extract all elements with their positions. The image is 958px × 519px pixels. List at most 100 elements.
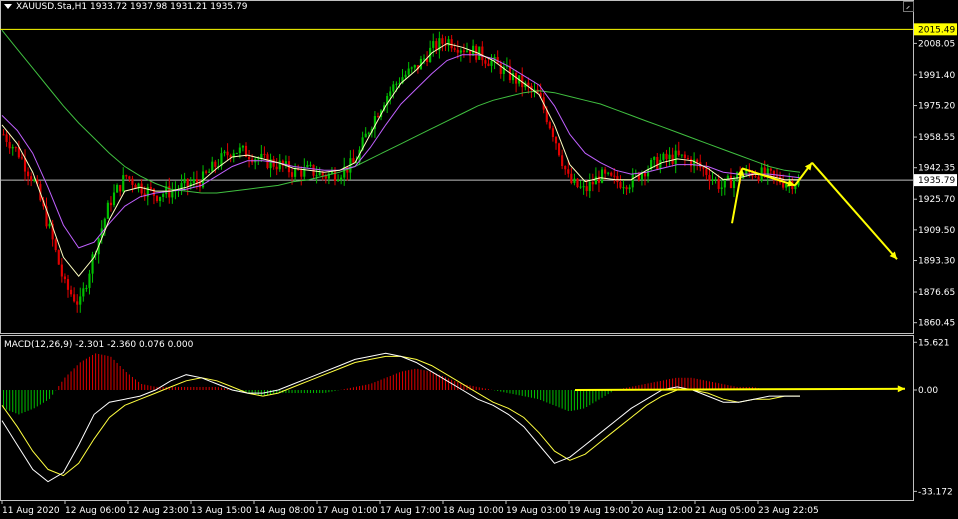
candle-body (214, 161, 217, 167)
candle-body (82, 288, 85, 297)
candle-body (395, 83, 398, 85)
candle-body (112, 192, 116, 206)
macd-signal-line (1, 355, 800, 477)
candle-body (622, 187, 625, 189)
time-tick-label: 13 Aug 15:00 (191, 506, 252, 516)
candle-body (8, 141, 11, 149)
candle-body (576, 178, 579, 188)
candle-body (340, 177, 343, 181)
candle-body (696, 159, 699, 163)
candle-body (318, 172, 321, 176)
candle-body (257, 158, 260, 160)
price-tick-label: 1893.30 (918, 257, 955, 267)
candle-body (48, 223, 51, 227)
candle-body (564, 166, 567, 170)
scroll-end-icon[interactable] (903, 1, 914, 12)
candle-body (238, 147, 241, 153)
candle-body (665, 153, 668, 160)
candle-body (278, 160, 281, 170)
candle-body (303, 167, 306, 177)
candle-body (413, 65, 416, 68)
candle-body (11, 147, 14, 149)
candle-body (659, 159, 662, 170)
candle-body (607, 172, 610, 174)
candle-body (205, 171, 208, 173)
candle-body (717, 179, 720, 189)
candle-body (554, 137, 558, 144)
annotation-arrow-macd-head (897, 385, 905, 393)
macd-header: MACD(12,26,9) -2.301 -2.360 0.076 0.000 (4, 340, 194, 350)
candle-body (192, 179, 195, 184)
price-tick-label: 1958.55 (918, 133, 955, 143)
candle-body (653, 156, 656, 160)
candle-body (88, 273, 91, 288)
annotation-arrow-down (811, 162, 898, 260)
candle-body (195, 179, 198, 183)
candle-body (594, 176, 597, 185)
candle-body (708, 175, 711, 181)
candle-body (604, 169, 607, 174)
candle-body (410, 67, 413, 69)
price-tick-label: 2008.05 (918, 39, 955, 49)
time-tick-label: 17 Aug 01:00 (317, 506, 378, 516)
candle-body (453, 48, 456, 50)
candle-body (198, 182, 202, 188)
candle-body (149, 186, 152, 189)
candle-body (487, 63, 490, 66)
candle-body (619, 182, 622, 188)
candle-body (57, 250, 60, 265)
candle-body (171, 190, 174, 198)
candle-body (732, 178, 736, 189)
candle-body (14, 147, 17, 149)
candle-body (422, 58, 426, 60)
candle-body (300, 169, 303, 177)
candle-body (109, 202, 113, 206)
candle-body (769, 168, 772, 171)
candle-body (757, 176, 760, 181)
candle-body (85, 287, 88, 289)
candle-body (714, 179, 717, 181)
candle-body (54, 239, 57, 251)
candle-body (321, 172, 324, 176)
candle-body (247, 156, 251, 160)
candle-body (315, 175, 318, 177)
candle-body (441, 38, 444, 44)
candle-body (223, 151, 226, 154)
time-tick-label: 23 Aug 22:05 (758, 506, 819, 516)
candle-body (79, 296, 82, 305)
candle-body (290, 172, 294, 177)
candle-body (484, 60, 487, 64)
candle-body (637, 172, 640, 180)
dropdown-triangle-icon[interactable] (4, 4, 12, 9)
candle-body (490, 60, 493, 66)
candle-body (306, 164, 309, 168)
candle-body (683, 154, 686, 158)
candle-body (352, 158, 355, 163)
price-tick-label: 1909.50 (918, 226, 955, 236)
candle-body (668, 154, 671, 160)
candle-body (106, 202, 109, 219)
candle-body (656, 156, 659, 170)
candle-body (208, 171, 211, 173)
candle-body (69, 289, 73, 295)
symbol-line: XAUUSD.Sta,H1 1933.72 1937.98 1931.21 19… (16, 2, 248, 12)
candle-body (158, 196, 162, 202)
candle-body (404, 74, 407, 78)
candle-body (561, 155, 564, 167)
candle-body (226, 151, 229, 156)
candle-body (631, 173, 634, 188)
price-tick-label: 1925.70 (918, 195, 955, 205)
time-tick-label: 14 Aug 08:00 (254, 506, 315, 516)
candle-body (260, 153, 263, 159)
price-level-label: 2015.49 (918, 25, 955, 35)
candle-body (186, 178, 189, 187)
time-tick-label: 11 Aug 2020 (2, 506, 60, 516)
candle-body (610, 172, 613, 176)
candle-body (152, 188, 156, 196)
candle-body (27, 171, 30, 177)
macd-tick-label: -33.172 (918, 487, 953, 497)
candle-body (155, 195, 159, 202)
annotation-arrow-flat-head (787, 179, 795, 187)
candle-body (662, 153, 665, 160)
candle-body (527, 82, 530, 86)
